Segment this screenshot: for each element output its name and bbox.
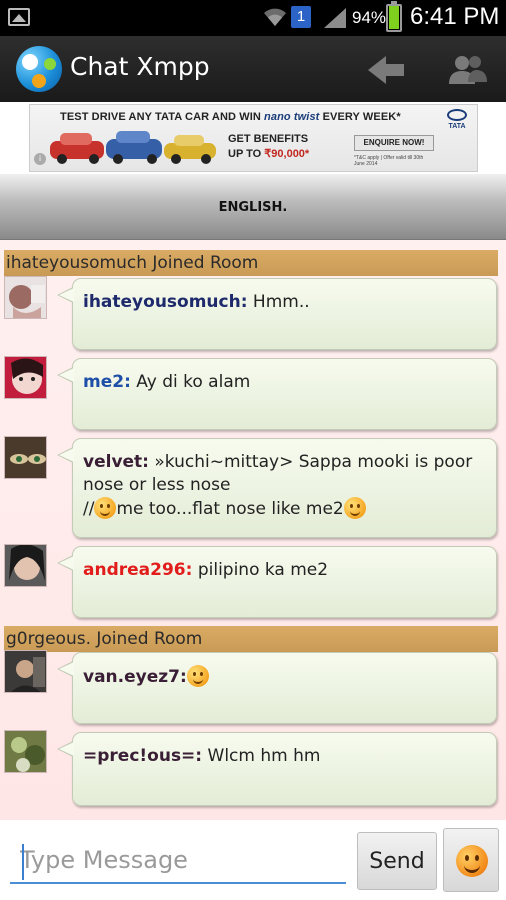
message-sender[interactable]: velvet:: [83, 452, 149, 472]
ad-banner[interactable]: TEST DRIVE ANY TATA CAR AND WIN nano twi…: [29, 104, 478, 172]
ad-enquire-button[interactable]: ENQUIRE NOW!: [354, 135, 434, 151]
notification-badge: 1: [291, 6, 311, 28]
message-sender[interactable]: andrea296:: [83, 560, 192, 580]
join-notice: g0rgeous. Joined Room: [4, 626, 498, 652]
ad-benefit-line2: UP TO ₹90,000*: [228, 147, 309, 160]
ad-benefit-amount: ₹90,000*: [264, 148, 310, 160]
avatar[interactable]: [4, 730, 47, 773]
room-name: ENGLISH.: [218, 200, 288, 215]
chat-list[interactable]: ihateyousomuch Joined Room ihateyousomuc…: [0, 240, 506, 820]
car-image: [50, 131, 216, 164]
action-bar: Chat Xmpp: [0, 36, 506, 102]
message-text-line2-pre: //: [83, 499, 95, 519]
app-logo-icon[interactable]: [16, 46, 62, 92]
room-header: ENGLISH.: [0, 174, 506, 240]
chat-message: van.eyez7:: [57, 652, 497, 724]
clock: 6:41 PM: [410, 3, 500, 30]
ad-info-icon[interactable]: i: [34, 153, 46, 165]
message-text: Hmm..: [247, 292, 310, 312]
message-sender[interactable]: me2:: [83, 372, 131, 392]
message-text: pilipino ka me2: [192, 560, 329, 580]
message-text: Ay di ko alam: [130, 372, 251, 392]
message-text-line2: me too...flat nose like me2: [116, 499, 344, 519]
composer: Send: [0, 820, 506, 900]
message-sender[interactable]: =prec!ous=:: [83, 746, 202, 766]
chat-message: me2: Ay di ko alam: [57, 358, 497, 430]
avatar[interactable]: [4, 276, 47, 319]
smiley-emoji-icon: [186, 665, 209, 687]
send-button[interactable]: Send: [357, 832, 437, 890]
back-arrow-icon[interactable]: [364, 50, 408, 90]
status-bar: 1 94% 6:41 PM: [0, 0, 506, 36]
message-sender[interactable]: ihateyousomuch:: [83, 292, 248, 312]
logo-dot: [22, 54, 38, 70]
app-title: Chat Xmpp: [70, 52, 210, 81]
chat-message: ihateyousomuch: Hmm..: [57, 278, 497, 350]
signal-icon: [324, 8, 346, 28]
ad-headline-prefix: TEST DRIVE ANY TATA CAR AND WIN: [60, 111, 265, 123]
logo-dot: [32, 74, 46, 88]
ad-benefit-prefix: UP TO: [228, 148, 265, 160]
tata-logo-icon: [447, 109, 467, 121]
wifi-icon: [264, 8, 286, 26]
ad-fine-print: *T&C apply | Offer valid till 30th June …: [354, 155, 424, 167]
ad-brand: TATA: [448, 123, 466, 130]
chat-message: andrea296: pilipino ka me2: [57, 546, 497, 618]
chat-message: velvet: »kuchi~mittay> Sappa mooki is po…: [57, 438, 497, 538]
avatar[interactable]: [4, 436, 47, 479]
ad-container: TEST DRIVE ANY TATA CAR AND WIN nano twi…: [0, 102, 506, 174]
battery-icon: [386, 1, 402, 32]
gallery-icon: [8, 8, 30, 26]
smiley-emoji-icon: [94, 497, 117, 519]
message-input[interactable]: [10, 838, 346, 884]
smiley-emoji-icon: [456, 845, 488, 877]
ad-headline: TEST DRIVE ANY TATA CAR AND WIN nano twi…: [60, 111, 401, 123]
ad-headline-suffix: EVERY WEEK*: [319, 111, 401, 123]
message-sender[interactable]: van.eyez7:: [83, 667, 187, 687]
grin-emoji-icon: [343, 497, 366, 519]
ad-headline-brand: nano twist: [264, 111, 320, 123]
ad-benefit-line1: GET BENEFITS: [228, 133, 309, 145]
battery-percent: 94%: [352, 8, 387, 27]
chat-message: =prec!ous=: Wlcm hm hm: [57, 732, 497, 806]
avatar[interactable]: [4, 544, 47, 587]
avatar[interactable]: [4, 650, 47, 693]
logo-dot: [44, 58, 56, 70]
users-icon[interactable]: [446, 50, 490, 90]
text-cursor: [22, 844, 24, 880]
emoji-picker-button[interactable]: [443, 828, 499, 892]
battery-fill: [389, 6, 399, 29]
message-text: Wlcm hm hm: [202, 746, 321, 766]
join-notice: ihateyousomuch Joined Room: [4, 250, 498, 276]
avatar[interactable]: [4, 356, 47, 399]
